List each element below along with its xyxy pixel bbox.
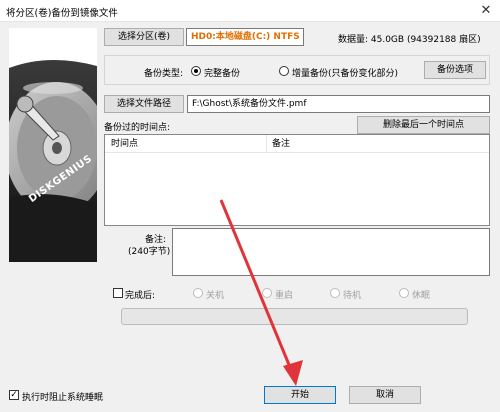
arrow-head [283, 360, 303, 386]
cancel-button[interactable]: 取消 [349, 386, 421, 404]
red-arrow-annotation [219, 199, 303, 386]
arrow-shaft [219, 199, 294, 373]
prevent-sleep-label[interactable]: 执行时阻止系统睡眠 [22, 390, 103, 403]
prevent-sleep-checkbox[interactable]: ✓ [9, 390, 19, 400]
start-button[interactable]: 开始 [264, 386, 336, 404]
